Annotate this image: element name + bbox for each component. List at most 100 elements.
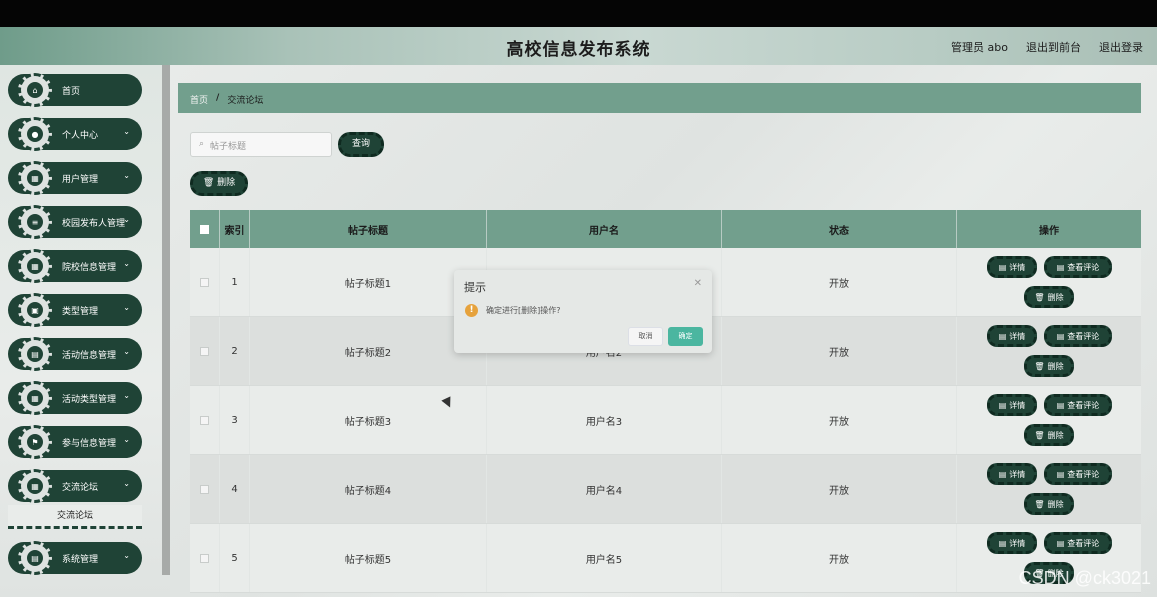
logout-link[interactable]: 退出登录 bbox=[1099, 39, 1143, 55]
view-comments-label: 查看评论 bbox=[1067, 538, 1100, 548]
trash-icon: 🗑 bbox=[1034, 430, 1045, 440]
sidebar-item-types[interactable]: ▣ 类型管理 ⌄ bbox=[8, 293, 142, 327]
row-title: 帖子标题2 bbox=[250, 317, 487, 385]
row-select-cell[interactable] bbox=[190, 248, 220, 316]
document-icon: ▤ bbox=[1056, 400, 1065, 410]
delete-label: 删除 bbox=[1047, 499, 1064, 509]
row-checkbox[interactable] bbox=[200, 415, 209, 425]
row-checkbox[interactable] bbox=[200, 277, 209, 287]
delete-label: 删除 bbox=[1047, 430, 1064, 440]
list-icon: ≡ bbox=[18, 205, 52, 239]
detail-label: 详情 bbox=[1009, 538, 1026, 548]
delete-button[interactable]: 🗑 删除 bbox=[1024, 286, 1074, 308]
breadcrumb-home[interactable]: 首页 bbox=[190, 93, 208, 106]
col-header-title[interactable]: 帖子标题 bbox=[250, 210, 487, 248]
close-icon[interactable]: ✕ bbox=[694, 278, 702, 289]
document-icon: ▤ bbox=[1056, 469, 1065, 479]
confirm-button[interactable]: 确定 bbox=[668, 327, 703, 346]
row-actions: ▤ 详情 ▤ 查看评论 🗑 删除 bbox=[957, 248, 1141, 317]
row-status: 开放 bbox=[722, 455, 957, 523]
row-select-cell[interactable] bbox=[190, 386, 220, 454]
row-select-cell[interactable] bbox=[190, 317, 220, 385]
document-icon: ▤ bbox=[1056, 538, 1065, 548]
detail-button[interactable]: ▤ 详情 bbox=[987, 532, 1037, 554]
back-to-front-link[interactable]: 退出到前台 bbox=[1026, 39, 1081, 55]
view-comments-button[interactable]: ▤ 查看评论 bbox=[1044, 325, 1112, 347]
view-comments-button[interactable]: ▤ 查看评论 bbox=[1044, 256, 1112, 278]
home-icon: ⌂ bbox=[18, 73, 52, 107]
detail-button[interactable]: ▤ 详情 bbox=[987, 256, 1037, 278]
detail-label: 详情 bbox=[1009, 469, 1026, 479]
chevron-down-icon: ⌄ bbox=[123, 391, 130, 400]
sidebar-item-label: 个人中心 bbox=[62, 131, 99, 141]
table-row: 5 帖子标题5 用户名5 开放 ▤ 详情 ▤ 查看评论 🗑 删除 bbox=[190, 524, 1141, 593]
col-header-user[interactable]: 用户名 bbox=[487, 210, 722, 248]
row-user: 用户名5 bbox=[487, 524, 722, 592]
sidebar-item-activity-types[interactable]: ▦ 活动类型管理 ⌄ bbox=[8, 381, 142, 415]
sidebar-item-activities[interactable]: ▤ 活动信息管理 ⌄ bbox=[8, 337, 142, 371]
row-user: 用户名3 bbox=[487, 386, 722, 454]
delete-button[interactable]: 🗑 删除 bbox=[1024, 355, 1074, 377]
sidebar-item-system[interactable]: ▤ 系统管理 ⌄ bbox=[8, 541, 142, 575]
view-comments-button[interactable]: ▤ 查看评论 bbox=[1044, 394, 1112, 416]
detail-button[interactable]: ▤ 详情 bbox=[987, 394, 1037, 416]
view-comments-button[interactable]: ▤ 查看评论 bbox=[1044, 532, 1112, 554]
view-comments-label: 查看评论 bbox=[1067, 262, 1100, 272]
dialog-message: 确定进行[删除]操作? bbox=[486, 306, 561, 315]
document-icon: ▤ bbox=[1056, 262, 1065, 272]
settings-icon: ▤ bbox=[18, 541, 52, 575]
row-select-cell[interactable] bbox=[190, 455, 220, 523]
row-checkbox[interactable] bbox=[200, 553, 209, 563]
row-select-cell[interactable] bbox=[190, 524, 220, 592]
row-index: 1 bbox=[220, 248, 250, 316]
row-checkbox[interactable] bbox=[200, 346, 209, 356]
detail-label: 详情 bbox=[1009, 262, 1026, 272]
sidebar-item-participation[interactable]: ⚑ 参与信息管理 ⌄ bbox=[8, 425, 142, 459]
chevron-down-icon: ⌄ bbox=[123, 479, 130, 488]
detail-button[interactable]: ▤ 详情 bbox=[987, 463, 1037, 485]
delete-button[interactable]: 🗑 删除 bbox=[1024, 493, 1074, 515]
cancel-button[interactable]: 取消 bbox=[628, 327, 663, 346]
sidebar-item-home[interactable]: ⌂ 首页 bbox=[8, 73, 142, 107]
row-checkbox[interactable] bbox=[200, 484, 209, 494]
detail-button[interactable]: ▤ 详情 bbox=[987, 325, 1037, 347]
sidebar-item-users[interactable]: ▦ 用户管理 ⌄ bbox=[8, 161, 142, 195]
header-actions: 管理员 abo 退出到前台 退出登录 bbox=[951, 39, 1143, 55]
sidebar-item-label: 活动类型管理 bbox=[62, 395, 117, 405]
sidebar-item-schools[interactable]: ▦ 院校信息管理 ⌄ bbox=[8, 249, 142, 283]
view-comments-label: 查看评论 bbox=[1067, 400, 1100, 410]
row-index: 4 bbox=[220, 455, 250, 523]
detail-label: 详情 bbox=[1009, 331, 1026, 341]
view-comments-button[interactable]: ▤ 查看评论 bbox=[1044, 463, 1112, 485]
row-index: 3 bbox=[220, 386, 250, 454]
sidebar-item-publishers[interactable]: ≡ 校园发布人管理 ⌄ bbox=[8, 205, 142, 239]
dialog-title: 提示 bbox=[464, 281, 486, 294]
sidebar-item-profile[interactable]: ● 个人中心 ⌄ bbox=[8, 117, 142, 151]
sidebar-subitem-forum[interactable]: 交流论坛 bbox=[8, 505, 142, 529]
grid-icon: ▦ bbox=[18, 161, 52, 195]
delete-button[interactable]: 🗑 删除 bbox=[1024, 424, 1074, 446]
sidebar-item-forum[interactable]: ▦ 交流论坛 ⌄ bbox=[8, 469, 142, 503]
row-actions: ▤ 详情 ▤ 查看评论 🗑 删除 bbox=[957, 455, 1141, 524]
chevron-down-icon: ⌄ bbox=[123, 127, 130, 136]
row-actions: ▤ 详情 ▤ 查看评论 🗑 删除 bbox=[957, 317, 1141, 386]
box-icon: ▣ bbox=[18, 293, 52, 327]
window-top-bar bbox=[0, 0, 1157, 27]
flag-icon: ⚑ bbox=[18, 425, 52, 459]
row-status: 开放 bbox=[722, 248, 957, 316]
search-button[interactable]: 查询 bbox=[338, 132, 384, 157]
select-all-checkbox[interactable] bbox=[200, 224, 209, 234]
col-header-status[interactable]: 状态 bbox=[722, 210, 957, 248]
search-input[interactable]: ⌕ 帖子标题 bbox=[190, 132, 332, 157]
trash-icon: 🗑 bbox=[1034, 361, 1045, 371]
batch-delete-button[interactable]: 🗑 删除 bbox=[190, 171, 248, 196]
sidebar-scrollbar[interactable] bbox=[162, 65, 170, 575]
select-all-cell[interactable] bbox=[190, 210, 220, 248]
chevron-down-icon: ⌄ bbox=[123, 215, 130, 224]
document-icon: ▤ bbox=[998, 331, 1007, 341]
warning-icon: ! bbox=[465, 304, 478, 317]
row-status: 开放 bbox=[722, 386, 957, 454]
chevron-down-icon: ⌄ bbox=[123, 551, 130, 560]
col-header-index: 索引 bbox=[220, 210, 250, 248]
chevron-down-icon: ⌄ bbox=[123, 171, 130, 180]
